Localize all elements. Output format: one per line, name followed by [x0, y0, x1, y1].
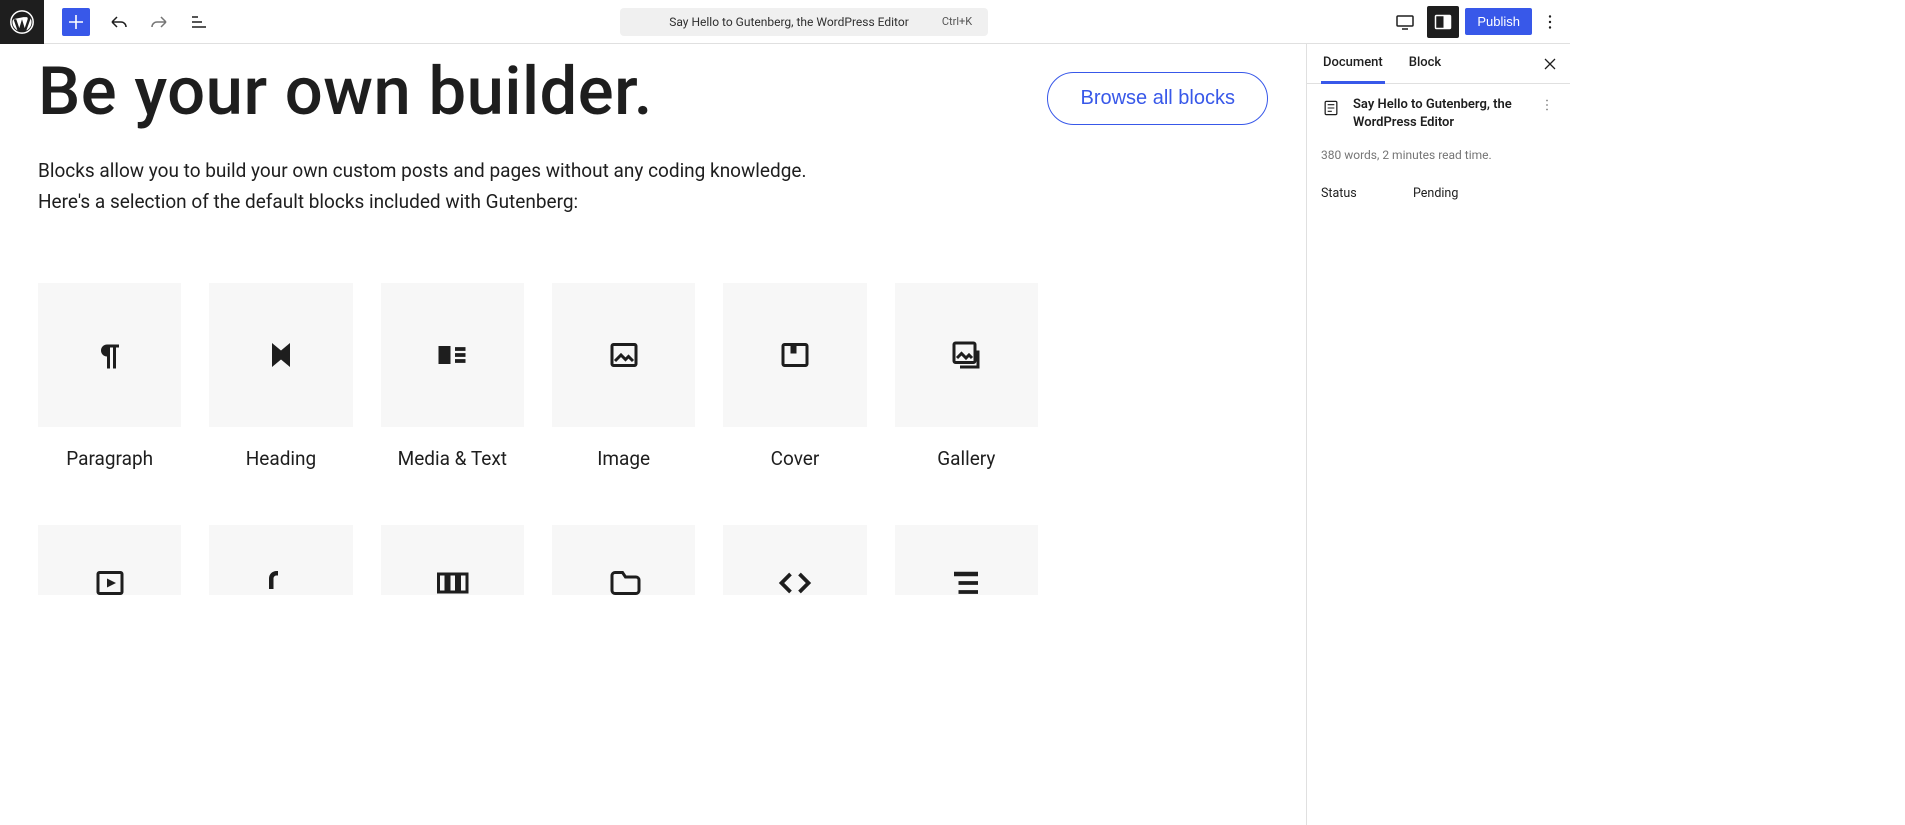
media-text-icon — [434, 337, 470, 373]
status-row[interactable]: Status Pending — [1307, 178, 1570, 209]
wordpress-icon — [9, 9, 35, 35]
file-icon — [606, 565, 642, 595]
block-tile-cover[interactable]: Cover — [723, 283, 866, 470]
page-icon — [1321, 98, 1341, 118]
block-tile-icon-box — [552, 283, 695, 427]
editor-canvas[interactable]: Be your own builder. Browse all blocks B… — [0, 44, 1306, 825]
status-value: Pending — [1413, 186, 1458, 201]
block-tile-icon-box — [895, 525, 1038, 595]
block-tile-icon-box — [552, 525, 695, 595]
block-tile-icon-box — [38, 283, 181, 427]
publish-button[interactable]: Publish — [1465, 8, 1532, 35]
cover-icon — [777, 337, 813, 373]
tab-document[interactable]: Document — [1321, 44, 1385, 84]
block-tile-label: Heading — [209, 447, 352, 470]
intro-paragraph[interactable]: Blocks allow you to build your own custo… — [38, 155, 1268, 218]
add-block-button[interactable] — [62, 8, 90, 36]
block-tile-icon-box — [209, 525, 352, 595]
document-actions-button[interactable] — [1538, 96, 1556, 118]
desktop-icon — [1393, 10, 1417, 34]
block-tile-heading[interactable]: Heading — [209, 283, 352, 470]
options-button[interactable] — [1538, 6, 1562, 38]
block-tile-code[interactable] — [723, 525, 866, 595]
code-icon — [777, 565, 813, 595]
block-tile-columns[interactable] — [381, 525, 524, 595]
block-tile-label: Gallery — [895, 447, 1038, 470]
status-label: Status — [1321, 186, 1413, 201]
block-tile-image[interactable]: Image — [552, 283, 695, 470]
block-tile-icon-box — [38, 525, 181, 595]
block-tile-media-text[interactable]: Media & Text — [381, 283, 524, 470]
block-tile-label: Paragraph — [38, 447, 181, 470]
command-bar-title: Say Hello to Gutenberg, the WordPress Ed… — [636, 15, 942, 29]
columns-icon — [434, 565, 470, 595]
document-overview-button[interactable] — [179, 2, 219, 42]
block-tile-list[interactable] — [895, 525, 1038, 595]
list-icon — [187, 10, 211, 34]
block-tile-label: Media & Text — [381, 447, 524, 470]
video-icon — [92, 565, 128, 595]
close-icon — [1540, 54, 1560, 74]
tab-block[interactable]: Block — [1407, 44, 1443, 84]
gallery-icon — [948, 337, 984, 373]
block-tile-label: Cover — [723, 447, 866, 470]
command-bar-shortcut: Ctrl+K — [942, 15, 972, 28]
settings-sidebar: Document Block Say Hello to Gutenberg, t… — [1306, 44, 1570, 825]
block-tile-icon-box — [381, 525, 524, 595]
undo-icon — [107, 10, 131, 34]
more-vertical-icon — [1539, 11, 1561, 33]
block-tile-label: Image — [552, 447, 695, 470]
redo-button[interactable] — [139, 2, 179, 42]
plus-icon — [64, 10, 88, 34]
block-tile-paragraph[interactable]: Paragraph — [38, 283, 181, 470]
audio-icon — [263, 565, 299, 595]
block-grid-row2 — [38, 525, 1038, 595]
redo-icon — [147, 10, 171, 34]
browse-blocks-button[interactable]: Browse all blocks — [1047, 72, 1268, 125]
block-tile-icon-box — [209, 283, 352, 427]
command-bar[interactable]: Say Hello to Gutenberg, the WordPress Ed… — [620, 8, 988, 36]
settings-sidebar-toggle[interactable] — [1427, 6, 1459, 38]
block-tile-icon-box — [895, 283, 1038, 427]
heading-icon — [263, 337, 299, 373]
more-vertical-icon — [1538, 96, 1556, 114]
block-tile-icon-box — [723, 525, 866, 595]
document-title: Say Hello to Gutenberg, the WordPress Ed… — [1353, 96, 1526, 132]
image-icon — [606, 337, 642, 373]
paragraph-icon — [92, 337, 128, 373]
block-tile-gallery[interactable]: Gallery — [895, 283, 1038, 470]
block-tile-file[interactable] — [552, 525, 695, 595]
block-tile-icon-box — [381, 283, 524, 427]
list-icon — [948, 565, 984, 595]
sidebar-icon — [1431, 10, 1455, 34]
view-button[interactable] — [1389, 6, 1421, 38]
block-tile-icon-box — [723, 283, 866, 427]
undo-button[interactable] — [99, 2, 139, 42]
block-tile-video[interactable] — [38, 525, 181, 595]
wordpress-logo-button[interactable] — [0, 0, 44, 44]
close-sidebar-button[interactable] — [1530, 44, 1570, 84]
document-stats: 380 words, 2 minutes read time. — [1307, 144, 1570, 178]
block-grid: Paragraph Heading Media & Text Image Cover Ga… — [38, 283, 1038, 470]
block-tile-audio[interactable] — [209, 525, 352, 595]
page-heading[interactable]: Be your own builder. — [38, 54, 653, 131]
top-toolbar: Say Hello to Gutenberg, the WordPress Ed… — [0, 0, 1570, 44]
